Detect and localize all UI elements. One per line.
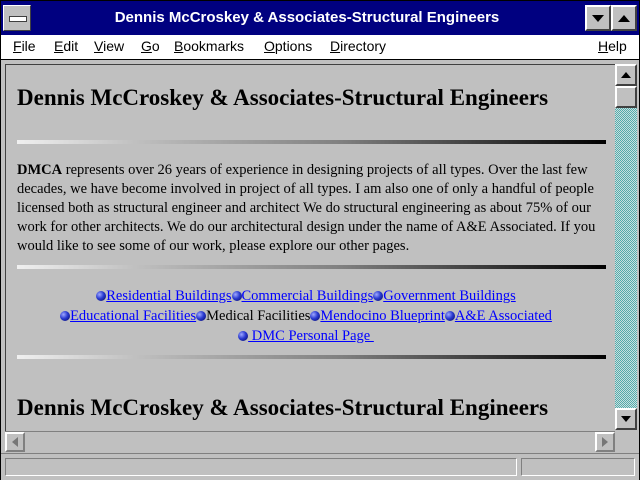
scroll-thumb[interactable]	[615, 86, 637, 108]
menu-edit[interactable]: Edit	[54, 38, 78, 54]
menu-bar: File Edit View Go Bookmarks Options Dire…	[1, 35, 639, 60]
menu-options[interactable]: Options	[264, 38, 312, 54]
intro-paragraph: DMCA represents over 26 years of experie…	[17, 161, 607, 256]
divider-3	[17, 355, 606, 359]
minimize-button[interactable]	[585, 5, 611, 31]
page-heading-2: Dennis McCroskey & Associates-Structural…	[17, 395, 549, 420]
scroll-right-button[interactable]	[595, 432, 615, 452]
window-title: Dennis McCroskey & Associates-Structural…	[114, 9, 500, 26]
menu-file[interactable]: File	[13, 38, 36, 54]
progress-indicator	[521, 458, 635, 476]
bullet-icon	[310, 311, 321, 321]
menu-go[interactable]: Go	[141, 38, 160, 54]
arrow-down-icon	[621, 416, 631, 422]
page-heading: Dennis McCroskey & Associates-Structural…	[17, 85, 549, 110]
link-residential[interactable]: Residential Buildings	[106, 288, 231, 304]
link-commercial[interactable]: Commercial Buildings	[242, 288, 374, 304]
link-personal-page[interactable]: DMC Personal Page	[248, 328, 374, 344]
bullet-icon	[238, 331, 249, 341]
intro-text: represents over 26 years of experience i…	[17, 162, 596, 254]
scroll-down-button[interactable]	[615, 408, 637, 430]
system-menu-icon	[9, 16, 27, 22]
page-content-area[interactable]: Dennis McCroskey & Associates-Structural…	[5, 64, 616, 431]
scroll-left-button[interactable]	[5, 432, 25, 452]
menu-bookmarks[interactable]: Bookmarks	[174, 38, 244, 54]
title-bar[interactable]: Dennis McCroskey & Associates-Structural…	[1, 1, 639, 35]
maximize-button[interactable]	[611, 5, 637, 31]
vertical-scrollbar[interactable]	[615, 64, 637, 430]
arrow-left-icon	[12, 437, 18, 447]
divider-1	[17, 140, 606, 144]
bullet-icon	[196, 311, 207, 321]
menu-view[interactable]: View	[94, 38, 124, 54]
status-text	[5, 458, 517, 476]
maximize-icon	[618, 14, 630, 22]
status-bar	[1, 453, 639, 480]
menu-help[interactable]: Help	[598, 38, 627, 54]
link-educational[interactable]: Educational Facilities	[70, 308, 196, 324]
link-ae-associated[interactable]: A&E Associated	[455, 308, 552, 324]
minimize-icon	[592, 14, 604, 22]
divider-2	[17, 265, 606, 269]
browser-window: Dennis McCroskey & Associates-Structural…	[0, 0, 640, 480]
menu-directory[interactable]: Directory	[330, 38, 386, 54]
arrow-right-icon	[602, 437, 608, 447]
link-mendocino[interactable]: Mendocino Blueprint	[320, 308, 444, 324]
navigation-links: Residential Buildings Commercial Building…	[6, 286, 606, 346]
intro-bold: DMCA	[17, 162, 63, 178]
arrow-up-icon	[621, 72, 631, 78]
bullet-icon	[373, 291, 384, 301]
bullet-icon	[444, 311, 455, 321]
bullet-icon	[60, 311, 71, 321]
bullet-icon	[96, 291, 107, 301]
link-government[interactable]: Government Buildings	[383, 288, 516, 304]
horizontal-scrollbar[interactable]	[5, 431, 615, 452]
bullet-icon	[231, 291, 242, 301]
system-menu-button[interactable]	[3, 5, 31, 31]
text-medical: Medical Facilities	[206, 308, 311, 324]
scroll-up-button[interactable]	[615, 64, 637, 86]
